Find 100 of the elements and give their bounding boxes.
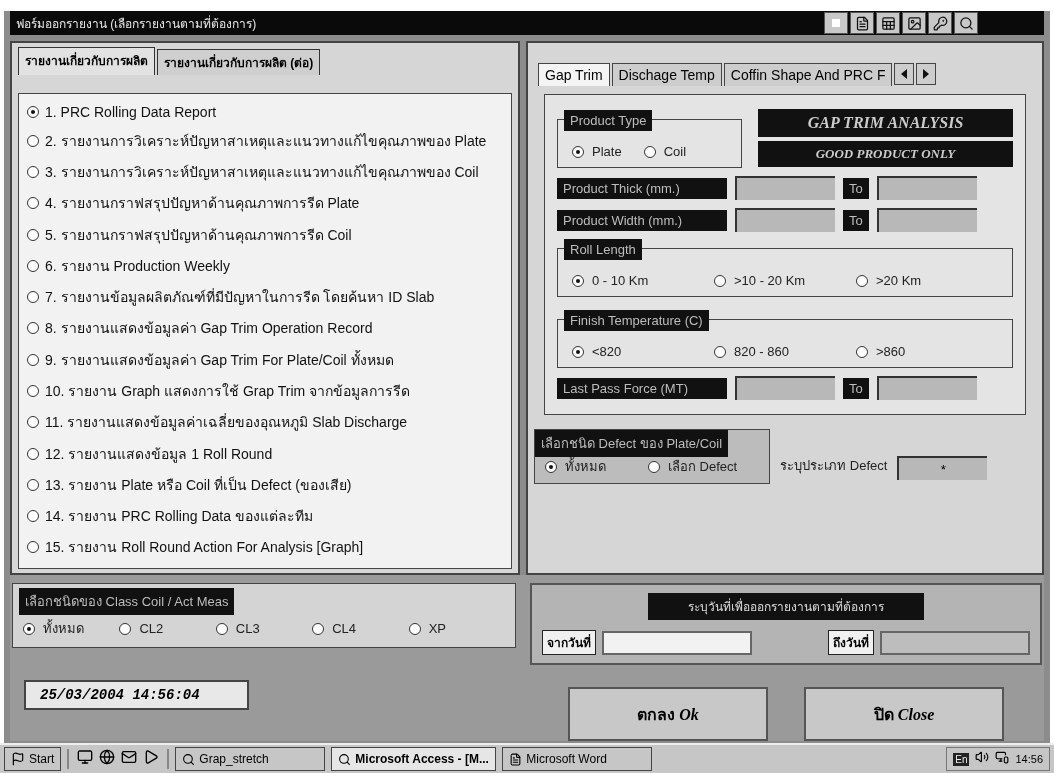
radio-button[interactable]: [27, 447, 39, 460]
defect-type-field[interactable]: *: [897, 456, 988, 481]
radio-button[interactable]: [27, 510, 39, 523]
option-label: <820: [592, 344, 622, 360]
option-label: 0 - 10 Km: [592, 273, 649, 289]
group-label: เลือกชนิด Defect ของ Plate/Coil: [535, 430, 729, 458]
radio-button[interactable]: [27, 416, 39, 429]
radio-button[interactable]: [119, 622, 132, 635]
taskbar-button[interactable]: Microsoft Word: [502, 747, 653, 772]
from-date-field[interactable]: [602, 630, 753, 655]
report-label: 6. รายงาน Production Weekly: [45, 256, 230, 276]
to-date-label: ถึงวันที่: [828, 630, 874, 656]
radio-button[interactable]: [27, 106, 39, 119]
close-button[interactable]: ปิด Close: [804, 687, 1004, 742]
report-label: 10. รายงาน Graph แสดงการใช้ Grap Trim จากข้อมูลการรีด: [45, 381, 411, 402]
to-field[interactable]: [876, 208, 977, 233]
tab[interactable]: รายงานเกี่ยวกับการผลิต: [18, 47, 155, 76]
radio-button[interactable]: [27, 259, 39, 272]
radio-button[interactable]: [27, 353, 39, 366]
tab[interactable]: Coffin Shape And PRC F: [723, 63, 893, 87]
report-label: 15. รายงาน Roll Round Action For Analysis [Graph]: [45, 538, 364, 558]
radio-button[interactable]: [215, 622, 228, 635]
radio-button[interactable]: [27, 478, 39, 491]
radio-button[interactable]: [408, 622, 421, 635]
to-date-field[interactable]: [880, 630, 1030, 655]
radio-button[interactable]: [572, 345, 584, 358]
ok-button[interactable]: ตกลง Ok: [568, 687, 768, 742]
banner: GAP TRIM ANALYSIS: [758, 109, 1013, 138]
radio-button[interactable]: [27, 291, 39, 304]
radio-button[interactable]: [27, 134, 39, 147]
field-label: Last Pass Force (MT): [557, 377, 727, 399]
report-label: 3. รายงานการวิเคราะห์ปัญหาสาเหตุและแนวทางแก้ไขคุณภาพของ Coil: [45, 163, 479, 183]
taskbar-button[interactable]: Microsoft Access - [M...: [331, 747, 497, 772]
left-triangle-icon: [901, 69, 908, 80]
radio-button[interactable]: [572, 145, 584, 158]
scroll-left-button[interactable]: [894, 63, 915, 86]
report-label: 1. PRC Rolling Data Report: [45, 104, 217, 121]
radio-button[interactable]: [545, 460, 557, 473]
key-icon[interactable]: [928, 12, 952, 35]
small-square-icon[interactable]: [824, 12, 848, 35]
to-label: To: [843, 377, 869, 399]
option-label: Coil: [663, 144, 687, 160]
report-label: 7. รายงานข้อมูลผลิตภัณฑ์ที่มีปัญหาในการรีด โดยค้นหา ID Slab: [45, 287, 435, 308]
search-icon: [182, 752, 196, 766]
tab[interactable]: Gap Trim: [538, 63, 610, 87]
report-label: 14. รายงาน PRC Rolling Data ของแต่ละทีม: [45, 507, 313, 527]
tab[interactable]: Dischage Temp: [611, 63, 722, 87]
report-label: 5. รายงานกราฟสรุปปัญหาด้านคุณภาพการรีด Coil: [45, 225, 352, 246]
report-label: 4. รายงานกราฟสรุปปัญหาด้านคุณภาพการรีด Plate: [45, 194, 360, 214]
from-field[interactable]: [735, 376, 835, 401]
report-label: 8. รายงานแสดงข้อมูลค่า Gap Trim Operation Record: [45, 319, 373, 339]
radio-button[interactable]: [27, 197, 39, 210]
flag-icon: [11, 752, 25, 767]
document-icon: [509, 752, 523, 766]
scroll-right-button[interactable]: [916, 63, 937, 86]
radio-button[interactable]: [27, 384, 39, 397]
from-field[interactable]: [735, 176, 835, 201]
document-icon[interactable]: [850, 12, 874, 35]
option-label: CL4: [332, 621, 357, 637]
radio-button[interactable]: [572, 274, 584, 287]
to-field[interactable]: [876, 376, 977, 401]
radio-button[interactable]: [23, 622, 35, 635]
radio-button[interactable]: [312, 622, 325, 635]
search-icon[interactable]: [954, 12, 978, 35]
language-indicator[interactable]: En: [953, 752, 970, 766]
taskbar-button[interactable]: Grap_stretch: [175, 747, 326, 772]
radio-button[interactable]: [27, 322, 39, 335]
radio-button[interactable]: [27, 541, 39, 554]
group-label: Finish Temperature (C): [564, 310, 709, 332]
radio-button[interactable]: [856, 274, 868, 287]
option-label: >20 Km: [876, 273, 922, 289]
option-label: XP: [428, 621, 446, 637]
option-label: เลือก Defect: [668, 458, 738, 477]
option-label: >10 - 20 Km: [734, 273, 806, 289]
from-date-label: จากวันที่: [542, 630, 597, 656]
start-button[interactable]: Start: [4, 747, 62, 772]
field-label: Product Width (mm.): [557, 209, 727, 231]
defect-type-label: ระบุประเภท Defect: [780, 457, 888, 476]
radio-button[interactable]: [27, 228, 39, 241]
option-label: >860: [876, 344, 906, 360]
report-label: 9. รายงานแสดงข้อมูลค่า Gap Trim For Plate/Coil ทั้งหมด: [45, 349, 394, 371]
to-field[interactable]: [876, 176, 977, 201]
option-label: CL3: [235, 621, 260, 637]
group-label: เลือกชนิดของ Class Coil / Act Meas: [19, 588, 235, 616]
option-label: ทั้งหมด: [43, 618, 84, 639]
date-range-title: ระบุวันที่เพื่อออกรายงานตามที่ต้องการ: [648, 593, 924, 621]
image-icon[interactable]: [902, 12, 926, 35]
option-label: Plate: [592, 144, 622, 160]
from-field[interactable]: [735, 208, 835, 233]
field-label: Product Thick (mm.): [557, 177, 727, 199]
spreadsheet-icon[interactable]: [876, 12, 900, 35]
to-label: To: [843, 177, 869, 199]
radio-button[interactable]: [714, 345, 726, 358]
radio-button[interactable]: [643, 145, 656, 158]
radio-button[interactable]: [856, 345, 868, 358]
radio-button[interactable]: [714, 274, 726, 287]
radio-button[interactable]: [27, 166, 39, 178]
radio-button[interactable]: [648, 460, 660, 473]
tab[interactable]: รายงานเกี่ยวกับการผลิต (ต่อ): [157, 49, 321, 76]
report-label: 2. รายงานการวิเคราะห์ปัญหาสาเหตุและแนวทางแก้ไขคุณภาพของ Plate: [45, 131, 487, 152]
